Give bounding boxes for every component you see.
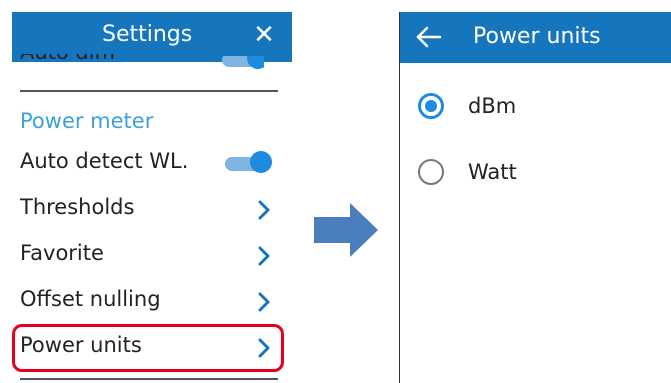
row-thresholds[interactable]: Thresholds	[12, 188, 292, 232]
close-icon[interactable]: ✕	[248, 17, 280, 53]
settings-panel: Settings ✕ Auto dim Power meter Auto det…	[12, 12, 292, 383]
power-units-panel: Power units dBm Watt	[399, 12, 671, 383]
row-label: Auto detect WL.	[20, 149, 189, 173]
option-watt[interactable]: Watt	[400, 150, 671, 196]
toggle-knob	[250, 151, 272, 173]
arrow-right-icon	[314, 203, 378, 257]
row-label: Thresholds	[20, 195, 135, 219]
toggle-knob	[247, 56, 264, 69]
option-label: Watt	[468, 160, 517, 184]
chevron-right-icon	[258, 292, 270, 312]
power-units-title: Power units	[473, 24, 601, 49]
section-title-power-meter: Power meter	[20, 109, 154, 133]
arrow-left-icon[interactable]	[414, 22, 444, 52]
auto-dim-row-partial: Auto dim	[20, 54, 115, 76]
row-offset-nulling[interactable]: Offset nulling	[12, 280, 292, 324]
chevron-right-icon	[258, 246, 270, 266]
auto-dim-label: Auto dim	[20, 54, 115, 64]
bottom-divider	[20, 378, 278, 380]
chevron-right-icon	[258, 200, 270, 220]
section-divider	[20, 90, 278, 92]
row-auto-detect-wl[interactable]: Auto detect WL.	[12, 142, 292, 186]
row-label: Offset nulling	[20, 287, 161, 311]
radio-button-checked[interactable]	[418, 93, 444, 119]
row-label: Favorite	[20, 241, 104, 265]
auto-dim-toggle[interactable]	[222, 56, 264, 75]
radio-button-unchecked[interactable]	[418, 159, 444, 185]
row-favorite[interactable]: Favorite	[12, 234, 292, 278]
highlight-box	[12, 324, 284, 372]
auto-detect-wl-toggle[interactable]	[225, 151, 272, 173]
power-units-header: Power units	[400, 12, 671, 63]
option-label: dBm	[468, 94, 517, 118]
settings-title: Settings	[102, 22, 193, 47]
option-dbm[interactable]: dBm	[400, 84, 671, 130]
